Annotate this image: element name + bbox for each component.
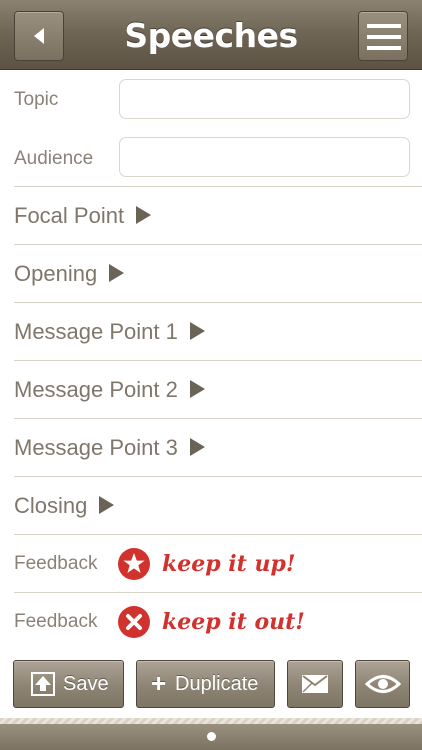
nav-bar: Speeches [0,0,422,70]
back-button[interactable] [14,11,64,61]
disclosure-triangle-icon [99,496,115,515]
upload-box-icon [31,672,55,696]
section-message-point-1-label: Message Point 1 [14,303,205,361]
feedback-row-negative[interactable]: Feedback keep it out! [14,593,422,651]
feedback-label: Feedback [14,553,98,574]
section-message-point-3-label: Message Point 3 [14,419,205,477]
page-title: Speeches [124,16,298,55]
email-button[interactable] [287,660,343,708]
section-opening[interactable]: Opening [14,245,422,303]
preview-button[interactable] [355,660,410,708]
feedback-row-positive[interactable]: Feedback keep it up! [14,535,422,593]
back-triangle-icon [34,28,44,44]
topic-input[interactable] [119,79,410,119]
topic-row: Topic [0,79,422,121]
duplicate-button[interactable]: + Duplicate [136,660,275,708]
audience-input[interactable] [119,137,410,177]
audience-row: Audience [0,137,422,179]
section-message-point-2[interactable]: Message Point 2 [14,361,422,419]
disclosure-triangle-icon [109,264,125,283]
envelope-icon [302,675,328,693]
eye-icon [365,675,401,693]
disclosure-triangle-icon [136,206,152,225]
feedback-text: keep it out! [162,609,305,635]
plus-icon: + [151,668,167,698]
disclosure-triangle-icon [189,322,205,341]
duplicate-label: Duplicate [175,673,259,695]
disclosure-triangle-icon [189,438,205,457]
topic-label: Topic [14,89,59,110]
x-badge-icon [118,606,150,638]
section-closing-label: Closing [14,477,115,535]
feedback-label: Feedback [14,611,98,632]
section-focal-point[interactable]: Focal Point [14,187,422,245]
audience-label: Audience [14,148,94,169]
page-dot-active[interactable] [207,732,216,741]
menu-button[interactable] [358,11,408,61]
star-badge-icon [118,548,150,580]
section-message-point-3[interactable]: Message Point 3 [14,419,422,477]
section-message-point-1[interactable]: Message Point 1 [14,303,422,361]
disclosure-triangle-icon [189,380,205,399]
section-closing[interactable]: Closing [14,477,422,535]
save-button[interactable]: Save [13,660,124,708]
save-label: Save [63,673,109,695]
hamburger-menu-icon [367,24,401,50]
page-indicator [0,724,422,750]
section-message-point-2-label: Message Point 2 [14,361,205,419]
section-focal-point-label: Focal Point [14,187,152,245]
feedback-text: keep it up! [162,551,296,577]
section-opening-label: Opening [14,245,125,303]
